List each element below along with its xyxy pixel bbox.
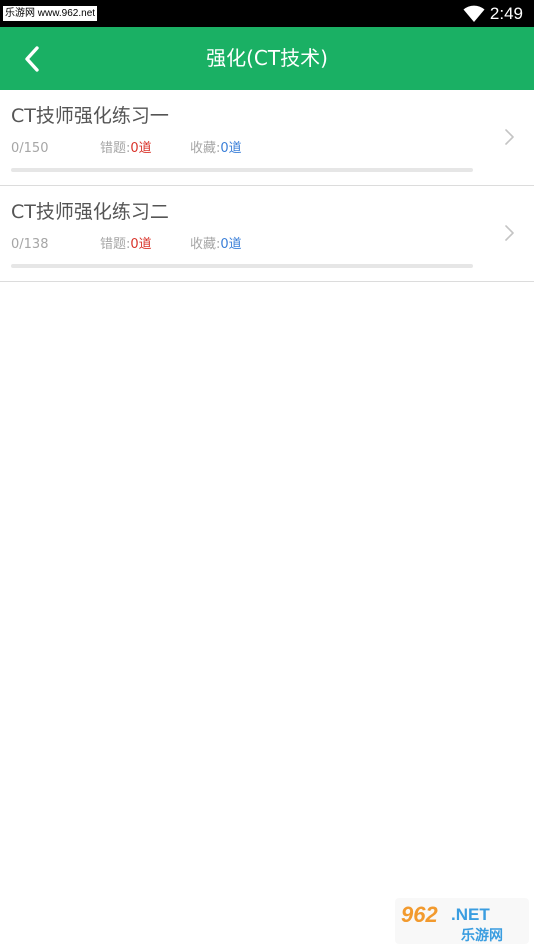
- wrong-label: 错题:: [100, 141, 131, 156]
- favorites: 收藏:0道: [190, 140, 242, 158]
- progress-count: 0/138: [11, 237, 49, 252]
- status-clock: 2:49: [489, 4, 523, 23]
- favorites-count: 0道: [220, 237, 242, 252]
- wrong-questions: 错题:0道: [100, 140, 152, 158]
- exercise-item[interactable]: CT技师强化练习一 0/150 错题:0道 收藏:0道: [0, 90, 534, 186]
- favorites-label: 收藏:: [190, 141, 221, 156]
- wrong-count: 0道: [130, 141, 152, 156]
- watermark-text: 乐游网 www.962.net: [3, 6, 98, 21]
- svg-text:乐游网: 乐游网: [461, 927, 503, 944]
- site-logo-watermark: 962 .NET 乐游网: [395, 898, 529, 944]
- wrong-questions: 错题:0道: [100, 236, 152, 254]
- progress-bar: [11, 264, 473, 268]
- chevron-right-icon: [505, 225, 514, 241]
- exercise-list: CT技师强化练习一 0/150 错题:0道 收藏:0道 CT技师强化练习二 0/…: [0, 90, 534, 282]
- wifi-icon: [463, 5, 485, 22]
- page-title: 强化(CT技术): [206, 46, 328, 70]
- wrong-label: 错题:: [100, 237, 131, 252]
- exercise-title: CT技师强化练习二: [11, 201, 169, 223]
- chevron-right-icon: [505, 129, 514, 145]
- progress-count: 0/150: [11, 141, 49, 156]
- favorites-label: 收藏:: [190, 237, 221, 252]
- wrong-count: 0道: [130, 237, 152, 252]
- status-bar: 乐游网 www.962.net 2:49: [0, 0, 534, 27]
- favorites: 收藏:0道: [190, 236, 242, 254]
- progress-bar: [11, 168, 473, 172]
- svg-text:962: 962: [401, 902, 438, 927]
- exercise-item[interactable]: CT技师强化练习二 0/138 错题:0道 收藏:0道: [0, 186, 534, 282]
- app-bar: 强化(CT技术): [0, 27, 534, 90]
- exercise-title: CT技师强化练习一: [11, 105, 169, 127]
- favorites-count: 0道: [220, 141, 242, 156]
- svg-text:.NET: .NET: [451, 905, 490, 924]
